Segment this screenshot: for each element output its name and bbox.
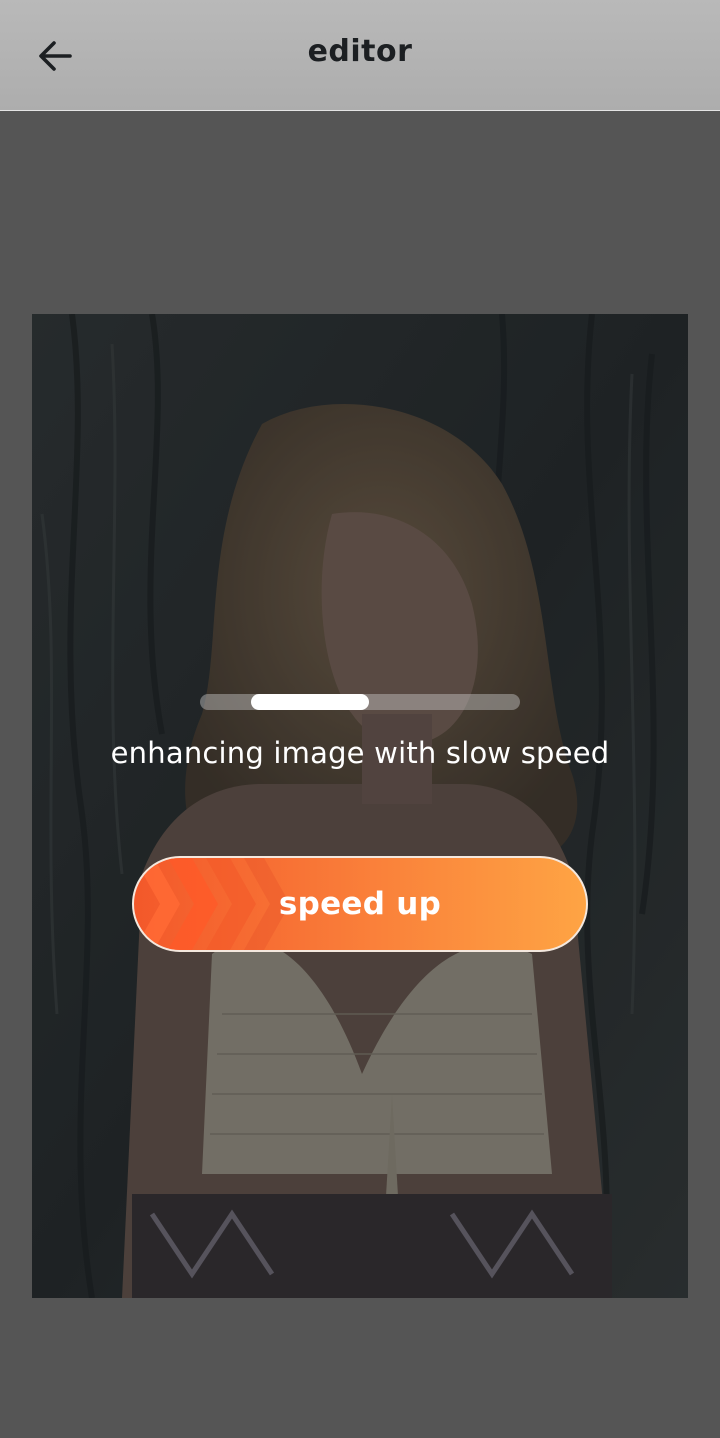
photo-preview: [32, 314, 688, 1298]
speed-up-button[interactable]: speed up: [132, 856, 588, 952]
app-bar: editor: [0, 0, 720, 111]
page-title: editor: [307, 34, 413, 69]
enhance-status-text: enhancing image with slow speed: [110, 736, 610, 770]
speed-up-label: speed up: [278, 886, 442, 922]
enhance-progress-fill: [251, 694, 369, 710]
enhance-progress-bar: [200, 694, 520, 710]
